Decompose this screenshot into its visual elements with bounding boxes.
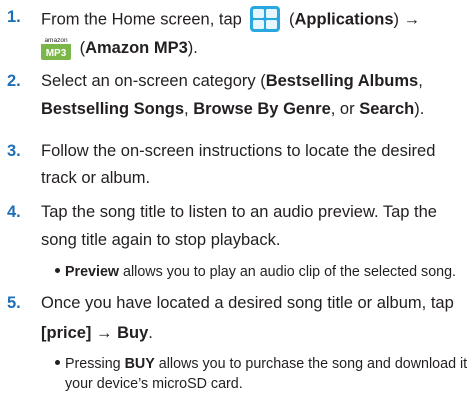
step-number: 1. — [7, 8, 21, 26]
step-1-line-1: From the Home screen, tap (Applications)… — [41, 6, 420, 32]
bullet-dot — [55, 268, 60, 274]
step-number: 2. — [7, 72, 21, 90]
instruction-page: 1. From the Home screen, tap (Applicatio… — [0, 0, 469, 408]
step-number: 5. — [7, 294, 21, 312]
step-2-line-1: Select an on-screen category (Bestsellin… — [41, 72, 423, 90]
step-number: 3. — [7, 142, 21, 160]
step-5-line-1: Once you have located a desired song tit… — [41, 294, 454, 312]
applications-grid-icon — [250, 6, 281, 32]
bullet-line: Preview allows you to play an audio clip… — [55, 264, 456, 280]
amazon-mp3-icon-top: amazon — [44, 37, 68, 44]
step-number: 4. — [7, 203, 21, 221]
step-3-line-1: Follow the on-screen instructions to loc… — [41, 142, 436, 160]
step-4-line-1: Tap the song title to listen to an audio… — [41, 203, 437, 221]
bullet-dot — [55, 360, 60, 366]
bullet-line-2: your device’s microSD card. — [65, 376, 243, 392]
step-1-line-2: amazon MP3 (Amazon MP3). — [41, 35, 198, 61]
step-4-line-2: song title again to stop playback. — [41, 231, 281, 249]
amazon-mp3-icon: amazon MP3 — [41, 35, 71, 60]
step-3-line-2: track or album. — [41, 169, 151, 187]
amazon-mp3-icon-bottom: MP3 — [46, 48, 67, 59]
step-5-line-2: [price] → Buy. — [41, 324, 153, 342]
step-2-line-2: Bestselling Songs, Browse By Genre, or S… — [41, 100, 425, 118]
bullet-line-1: Pressing BUY allows you to purchase the … — [55, 356, 469, 372]
